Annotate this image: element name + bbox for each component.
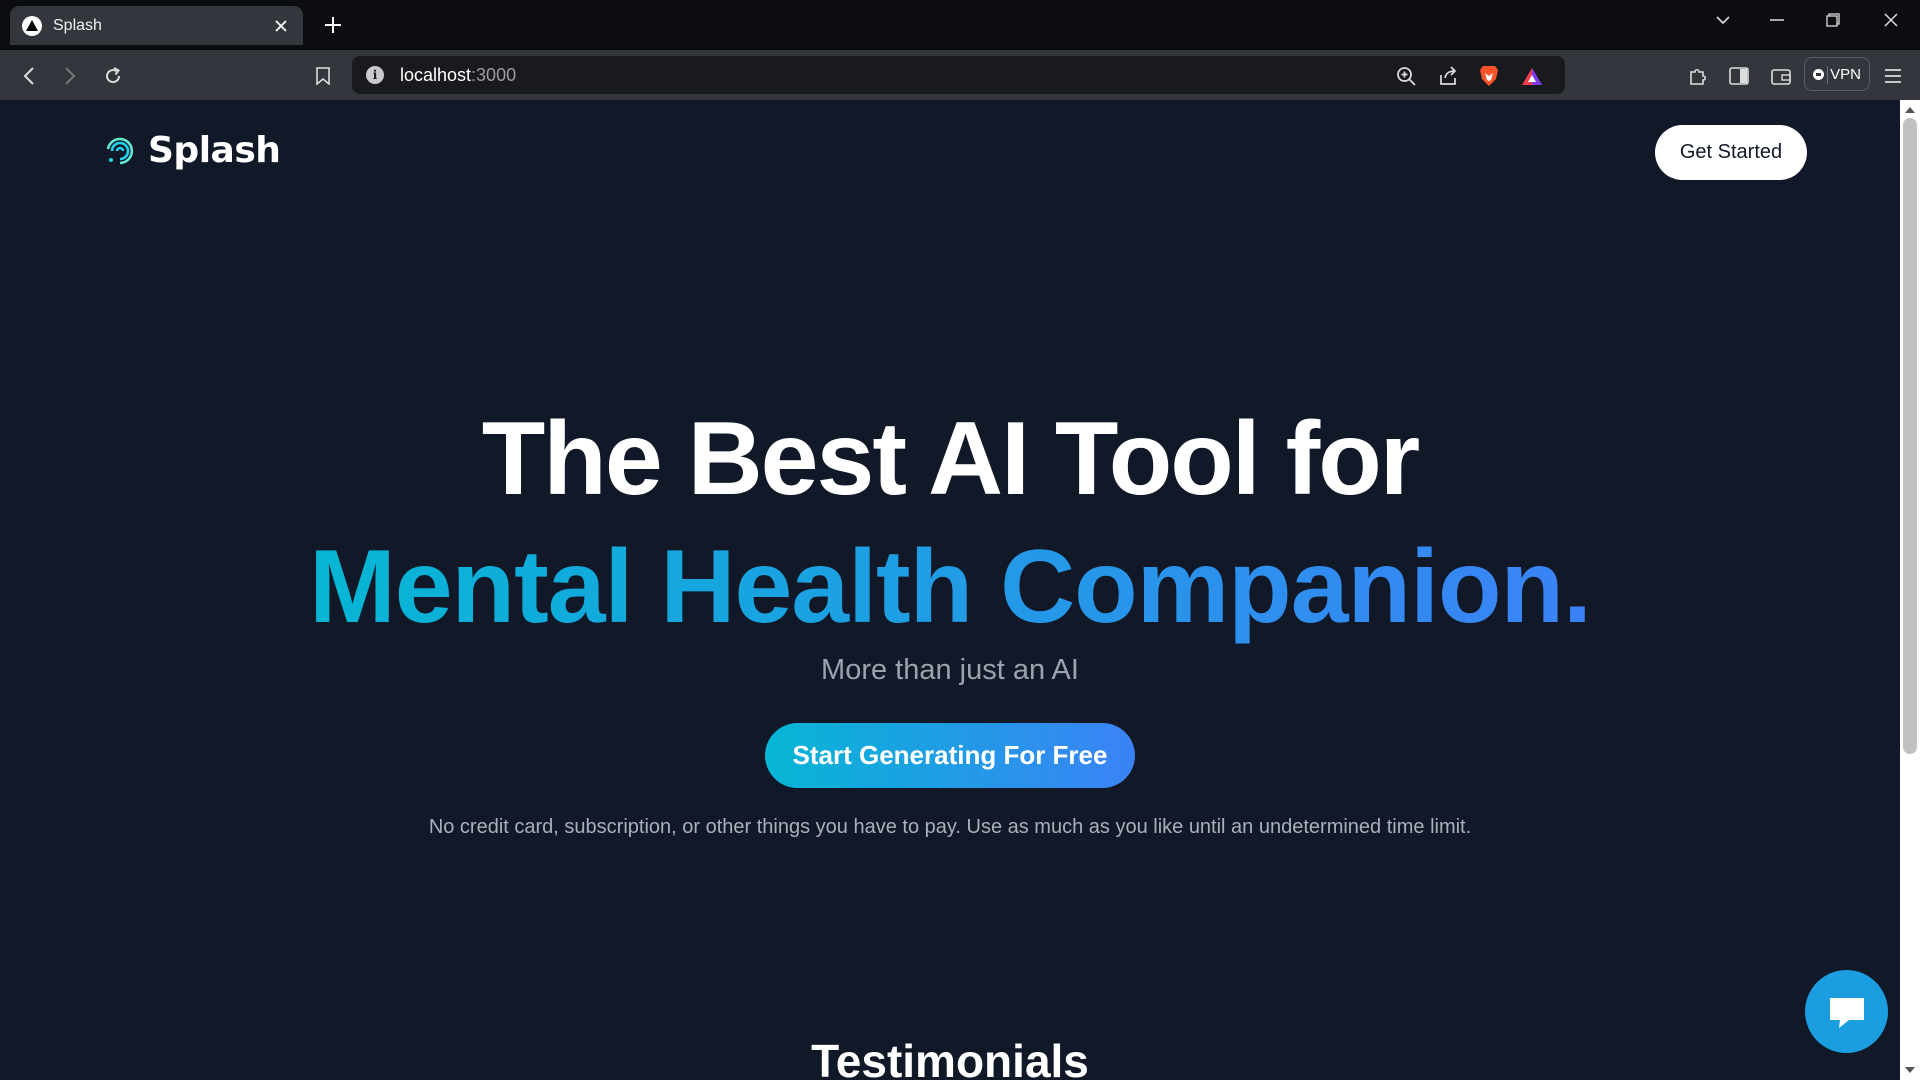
page-scrollbar[interactable] [1900, 100, 1920, 1080]
tab-search-chevron-icon[interactable] [1705, 6, 1741, 34]
share-icon[interactable] [1437, 65, 1459, 87]
restore-icon[interactable] [1815, 6, 1851, 34]
testimonials-heading: Testimonials [811, 1035, 1089, 1080]
scroll-up-arrow-icon[interactable] [1905, 107, 1915, 113]
scroll-down-arrow-icon[interactable] [1905, 1067, 1915, 1073]
new-tab-icon[interactable] [320, 12, 346, 38]
url-text[interactable]: localhost:3000 [400, 65, 516, 86]
vpn-label: VPN [1830, 65, 1861, 83]
triangle-favicon-icon [22, 15, 42, 36]
vpn-button[interactable]: VPN [1804, 57, 1870, 91]
hero-disclaimer: No credit card, subscription, or other t… [428, 816, 1472, 838]
page-viewport: Splash Get Started The Best AI Tool for … [0, 100, 1900, 1080]
hero-heading-line1: The Best AI Tool for [481, 401, 1420, 517]
tab-title: Splash [53, 16, 102, 34]
bat-rewards-icon[interactable] [1521, 65, 1543, 87]
start-generating-button[interactable]: Start Generating For Free [765, 723, 1135, 788]
address-bar[interactable]: i localhost:3000 [352, 56, 1828, 94]
close-window-icon[interactable] [1873, 6, 1909, 34]
chat-widget-button[interactable] [1805, 970, 1888, 1053]
zoom-icon[interactable] [1395, 65, 1417, 87]
scrollbar-thumb[interactable] [1903, 118, 1917, 754]
back-icon[interactable] [16, 63, 42, 89]
wallet-icon[interactable] [1768, 63, 1794, 89]
close-tab-icon[interactable] [271, 16, 291, 36]
browser-tab-strip: Splash [0, 0, 1920, 50]
chat-icon [1829, 997, 1864, 1028]
hero-heading-line2: Mental Health Companion. [0, 528, 1900, 647]
extensions-icon[interactable] [1685, 63, 1711, 89]
minimize-icon[interactable] [1759, 6, 1795, 34]
vpn-shield-icon [1813, 68, 1825, 80]
menu-icon[interactable] [1880, 63, 1906, 89]
splash-logo-icon [106, 137, 134, 164]
hero-gradient-text: Mental Health Companion. [309, 529, 1592, 645]
site-logo[interactable]: Splash [106, 130, 281, 171]
sidebar-icon[interactable] [1726, 63, 1752, 89]
brave-lion-icon[interactable] [1478, 65, 1500, 87]
reload-icon[interactable] [100, 63, 126, 89]
browser-toolbar: i localhost:3000 VPN [0, 50, 1920, 100]
hero-subtitle: More than just an AI [821, 654, 1079, 686]
get-started-button[interactable]: Get Started [1655, 125, 1807, 180]
forward-icon[interactable] [57, 63, 83, 89]
site-info-icon[interactable]: i [366, 66, 384, 84]
browser-tab[interactable]: Splash [10, 6, 303, 45]
bookmark-icon[interactable] [310, 63, 336, 89]
logo-text: Splash [148, 130, 281, 171]
